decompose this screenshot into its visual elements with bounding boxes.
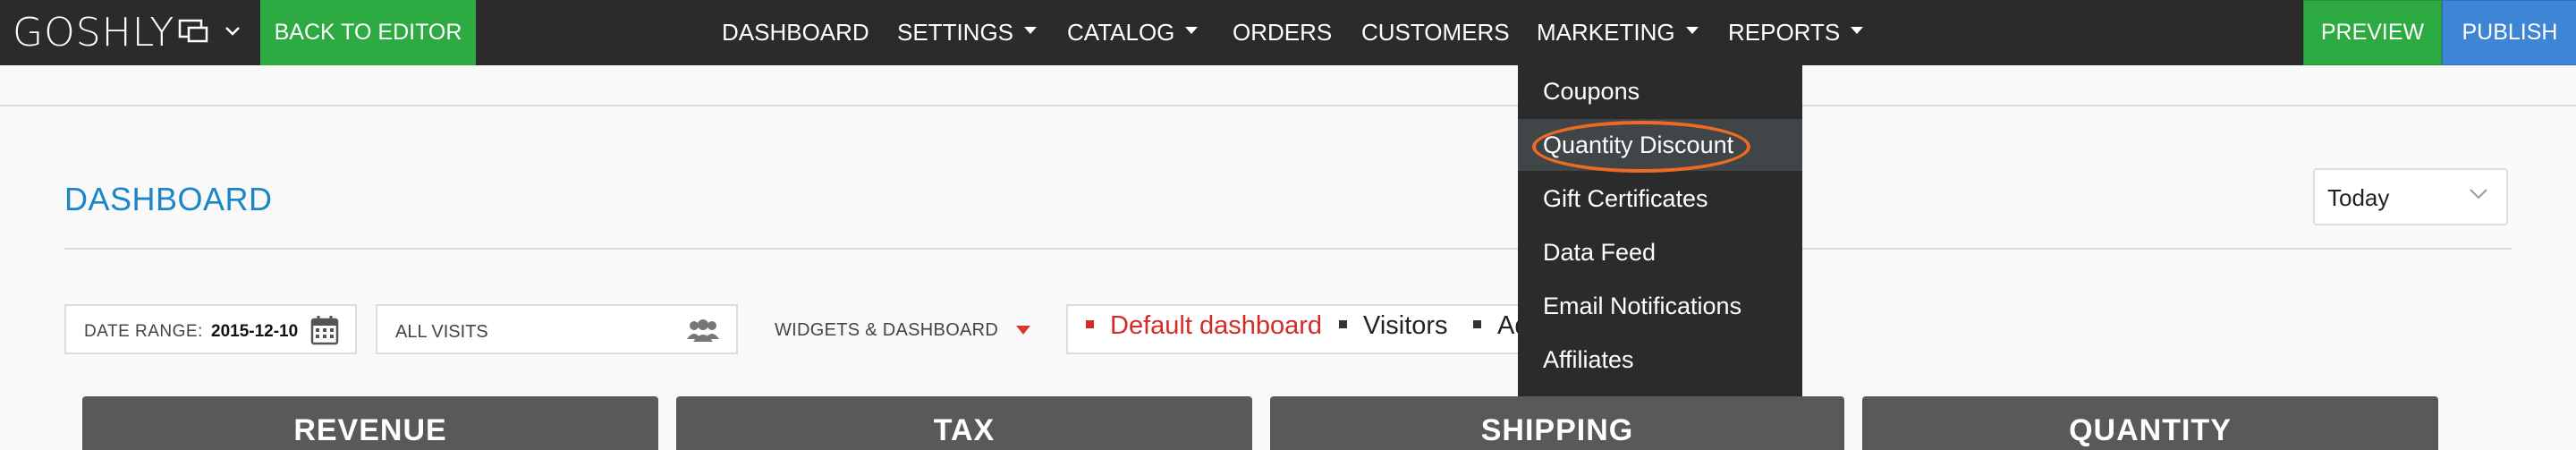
period-selected-value: Today (2327, 184, 2390, 211)
site-switch-icon (178, 17, 208, 48)
menu-item-label: Data Feed (1543, 239, 1657, 266)
nav-dashboard[interactable]: DASHBOARD (722, 0, 869, 65)
widgets-dashboard-label: WIDGETS & DASHBOARD (775, 320, 999, 340)
visits-filter[interactable]: ALL VISITS (376, 304, 738, 354)
widget-title: SHIPPING (1480, 413, 1634, 447)
bullet-icon (1086, 320, 1094, 328)
nav-label: CATALOG (1067, 19, 1175, 46)
menu-item-affiliates[interactable]: Affiliates (1518, 334, 1802, 386)
widget-title: QUANTITY (2069, 413, 2232, 447)
logo-menu[interactable]: GOSHLY (13, 0, 241, 65)
menu-item-label: Gift Certificates (1543, 185, 1708, 212)
chevron-down-icon (2469, 188, 2488, 205)
tab-visitors[interactable]: Visitors (1339, 311, 1448, 341)
nav-label: REPORTS (1728, 19, 1841, 46)
tab-label: Visitors (1363, 311, 1448, 340)
publish-button[interactable]: PUBLISH (2442, 0, 2576, 65)
nav-label: CUSTOMERS (1361, 19, 1510, 46)
nav-reports[interactable]: REPORTS (1728, 0, 1864, 65)
back-to-editor-button[interactable]: BACK TO EDITOR (260, 0, 476, 65)
widgets-dashboard-menu[interactable]: WIDGETS & DASHBOARD (757, 304, 1047, 354)
widget-revenue: REVENUE (82, 396, 658, 450)
calendar-icon[interactable] (310, 315, 339, 350)
widget-shipping: SHIPPING (1270, 396, 1844, 450)
menu-item-label: Coupons (1543, 78, 1640, 105)
preview-button[interactable]: PREVIEW (2303, 0, 2442, 65)
nav-orders[interactable]: ORDERS (1233, 0, 1332, 65)
bullet-icon (1473, 320, 1481, 328)
widget-title: TAX (933, 413, 996, 447)
nav-customers[interactable]: CUSTOMERS (1361, 0, 1510, 65)
nav-label: ORDERS (1233, 19, 1333, 46)
menu-item-data-feed[interactable]: Data Feed (1518, 226, 1802, 278)
chevron-down-icon (225, 25, 241, 41)
date-range-label: DATE RANGE: (84, 322, 203, 341)
menu-item-email-notifications[interactable]: Email Notifications (1518, 280, 1802, 332)
page-title: DASHBOARD (64, 181, 273, 217)
widget-title: REVENUE (293, 413, 447, 447)
menu-item-gift-certificates[interactable]: Gift Certificates (1518, 173, 1802, 225)
widget-tax: TAX (676, 396, 1252, 450)
nav-label: MARKETING (1537, 19, 1675, 46)
divider (64, 248, 2512, 250)
caret-down-icon (1685, 26, 1699, 34)
users-group-icon (686, 318, 720, 347)
visits-filter-value: ALL VISITS (395, 322, 488, 342)
caret-down-icon (1024, 26, 1038, 34)
logo-text: GOSHLY (13, 10, 175, 55)
period-select[interactable]: Today (2313, 168, 2508, 225)
date-range-picker[interactable]: DATE RANGE: 2015-12-10 (64, 304, 357, 354)
tab-default-dashboard[interactable]: Default dashboard (1086, 311, 1322, 341)
widget-quantity: QUANTITY (1862, 396, 2438, 450)
caret-down-icon (1851, 26, 1864, 34)
date-range-value: 2015-12-10 (211, 322, 299, 341)
bullet-icon (1339, 320, 1347, 328)
nav-label: SETTINGS (897, 19, 1014, 46)
sub-toolbar (0, 65, 2576, 106)
top-navigation-bar: GOSHLY BACK TO EDITOR DASHBOARD SETTINGS… (0, 0, 2576, 65)
menu-item-quantity-discount[interactable]: Quantity Discount (1518, 119, 1802, 171)
tab-label: Default dashboard (1110, 311, 1322, 340)
caret-down-icon (1016, 326, 1030, 335)
menu-item-label: Quantity Discount (1543, 132, 1734, 158)
nav-settings[interactable]: SETTINGS (897, 0, 1038, 65)
menu-item-label: Email Notifications (1543, 293, 1742, 319)
menu-item-coupons[interactable]: Coupons (1518, 65, 1802, 117)
marketing-dropdown-menu: Coupons Quantity Discount Gift Certifica… (1518, 65, 1802, 396)
caret-down-icon (1185, 26, 1199, 34)
nav-marketing[interactable]: MARKETING (1537, 0, 1699, 65)
menu-item-label: Affiliates (1543, 346, 1634, 373)
dashboard-tabs: Default dashboard Visitors Ad (1066, 304, 1567, 354)
nav-label: DASHBOARD (722, 19, 869, 46)
nav-catalog[interactable]: CATALOG (1067, 0, 1199, 65)
